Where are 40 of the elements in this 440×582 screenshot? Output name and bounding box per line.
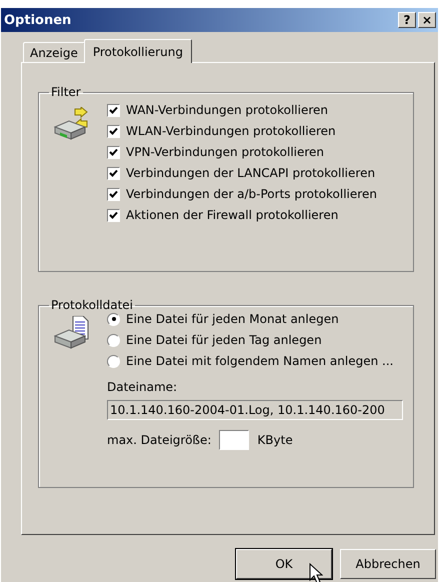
checkbox-option[interactable]: Aktionen der Firewall protokollieren	[107, 208, 377, 222]
cancel-button[interactable]: Abbrechen	[340, 549, 436, 579]
radio-option[interactable]: Eine Datei für jeden Monat anlegen	[107, 312, 394, 326]
tab[interactable]: Protokollierung	[84, 39, 192, 63]
field-label: Dateiname:	[107, 380, 178, 394]
checkbox[interactable]	[107, 188, 120, 200]
checkbox[interactable]	[107, 104, 120, 116]
window-title: Optionen	[4, 12, 72, 28]
group-title: Protokolldatei	[50, 298, 134, 312]
size-field[interactable]	[219, 430, 250, 450]
radio-button[interactable]	[107, 334, 120, 346]
checkmark-icon	[109, 190, 118, 198]
option-label: VPN-Verbindungen protokollieren	[126, 145, 324, 159]
unit-label: KByte	[257, 433, 293, 447]
close-button[interactable]: ×	[418, 12, 436, 28]
checkbox-option[interactable]: WAN-Verbindungen protokollieren	[107, 103, 377, 117]
help-button[interactable]: ?	[398, 12, 416, 28]
checkmark-icon	[109, 168, 118, 178]
checkbox-option[interactable]: VPN-Verbindungen protokollieren	[107, 145, 377, 159]
checkmark-icon	[109, 148, 118, 156]
option-label: WLAN-Verbindungen protokollieren	[126, 124, 336, 138]
ok-button[interactable]: OK	[236, 549, 332, 579]
radio-option[interactable]: Eine Datei für jeden Tag anlegen	[107, 333, 394, 347]
checkmark-icon	[109, 106, 118, 114]
option-label: Eine Datei für jeden Monat anlegen	[126, 312, 339, 326]
checkbox[interactable]	[107, 208, 120, 222]
option-label: Aktionen der Firewall protokollieren	[126, 208, 338, 222]
field-label: max. Dateigröße:	[107, 433, 212, 447]
checkbox-option[interactable]: WLAN-Verbindungen protokollieren	[107, 124, 377, 138]
checkbox[interactable]	[107, 146, 120, 158]
option-label: WAN-Verbindungen protokollieren	[126, 103, 328, 117]
group-title: Filter	[50, 85, 82, 99]
tab[interactable]: Anzeige	[23, 42, 85, 62]
radio-button[interactable]	[107, 312, 120, 326]
checkmark-icon	[109, 126, 118, 136]
option-label: Eine Datei für jeden Tag anlegen	[126, 333, 322, 347]
radio-button[interactable]	[107, 354, 120, 368]
checkbox[interactable]	[107, 124, 120, 138]
checkmark-icon	[109, 210, 118, 220]
checkbox[interactable]	[107, 166, 120, 180]
